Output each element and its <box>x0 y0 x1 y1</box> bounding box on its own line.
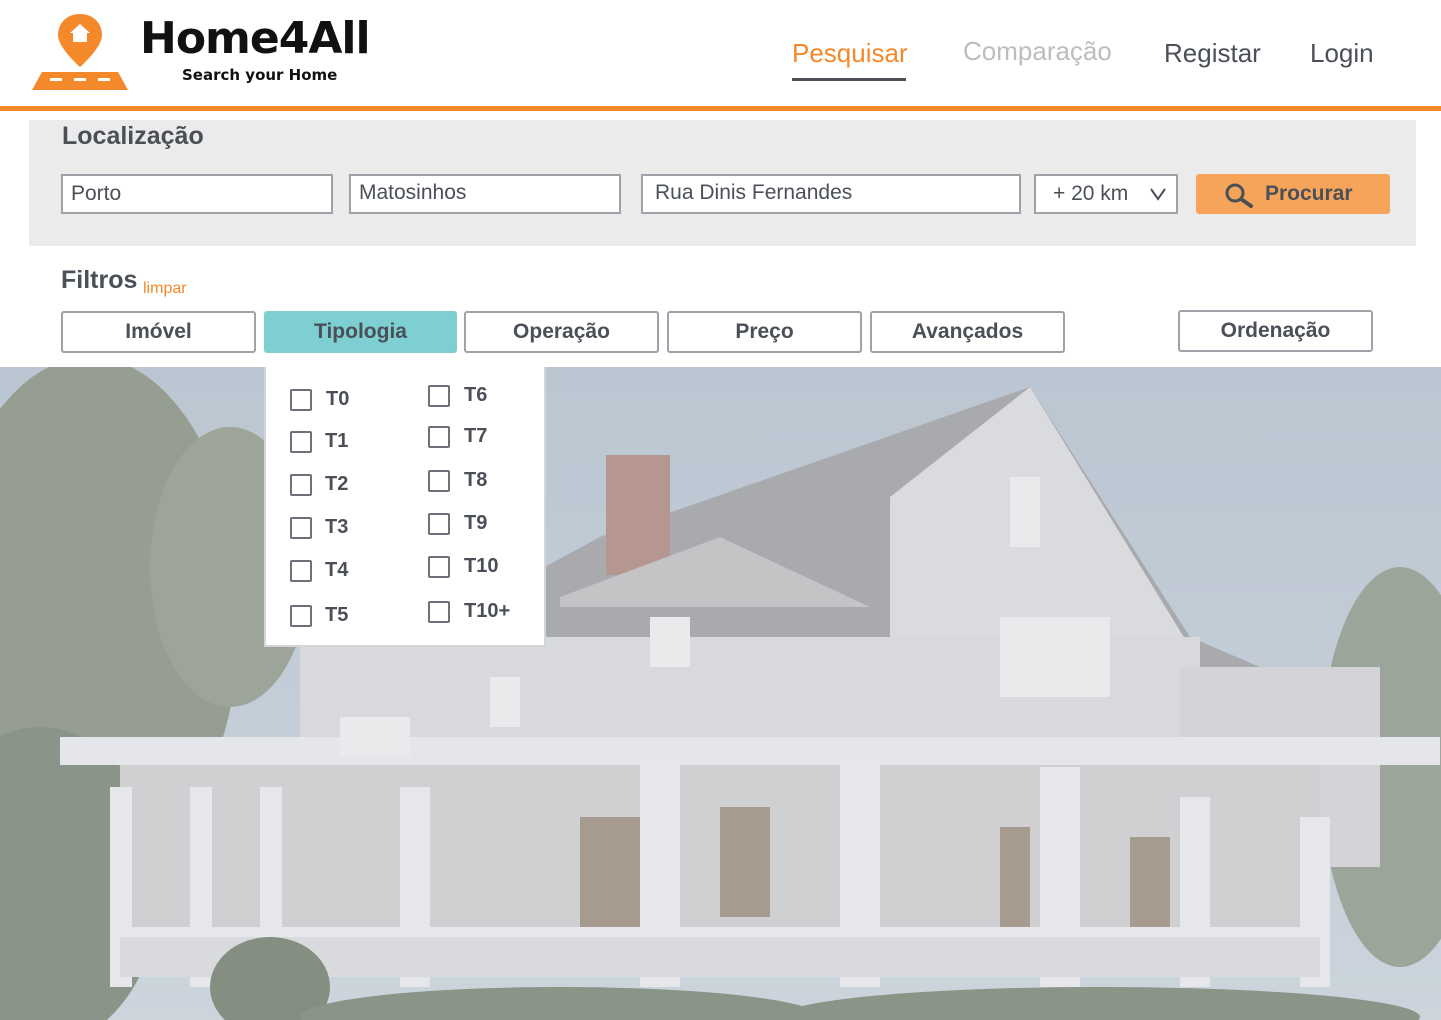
image-overlay <box>0 367 1441 1020</box>
checkbox[interactable] <box>428 513 450 535</box>
tab-imovel[interactable]: Imóvel <box>61 311 256 353</box>
tipologia-dropdown: T0 T1 T2 T3 T4 T5 T6 T7 T8 T9 T10 T10+ <box>264 367 546 647</box>
checkbox[interactable] <box>290 605 312 627</box>
brand-name: Home4All <box>140 13 371 64</box>
checkbox[interactable] <box>290 517 312 539</box>
nav-comparacao[interactable]: Comparação <box>963 34 1112 68</box>
checkbox[interactable] <box>290 431 312 453</box>
logo-pin-icon <box>32 14 128 90</box>
checkbox[interactable] <box>428 601 450 623</box>
search-icon <box>1225 183 1253 208</box>
option-label: T2 <box>325 473 349 495</box>
tab-avancados[interactable]: Avançados <box>870 311 1065 353</box>
sort-button[interactable]: Ordenação <box>1178 310 1373 352</box>
nav-active-underline <box>792 78 906 81</box>
checkbox[interactable] <box>428 470 450 492</box>
option-label: T8 <box>464 469 488 491</box>
checkbox[interactable] <box>428 385 450 407</box>
header-divider <box>0 106 1441 111</box>
checkbox[interactable] <box>290 389 312 411</box>
search-button-label: Procurar <box>1265 182 1353 205</box>
option-label: T10+ <box>464 600 511 622</box>
clear-filters-link[interactable]: limpar <box>143 280 187 298</box>
tab-preco[interactable]: Preço <box>667 311 862 353</box>
option-label: T1 <box>325 430 349 452</box>
checkbox[interactable] <box>428 426 450 448</box>
nav-registar[interactable]: Registar <box>1164 36 1261 70</box>
option-label: T0 <box>326 388 350 410</box>
filters-title: Filtros <box>61 266 138 294</box>
option-label: T7 <box>464 425 488 447</box>
street-field[interactable]: Rua Dinis Fernandes <box>641 174 1021 214</box>
location-title: Localização <box>62 122 204 150</box>
option-label: T9 <box>464 512 488 534</box>
radius-select[interactable]: + 20 km <box>1034 174 1178 214</box>
radius-value: + 20 km <box>1053 182 1129 205</box>
nav-pesquisar[interactable]: Pesquisar <box>792 36 908 70</box>
option-label: T10 <box>464 555 499 577</box>
option-label: T3 <box>325 516 349 538</box>
checkbox[interactable] <box>290 560 312 582</box>
option-label: T5 <box>325 604 349 626</box>
chevron-down-icon <box>1150 188 1166 201</box>
brand-tagline: Search your Home <box>182 66 338 84</box>
district-field[interactable]: Porto <box>61 174 333 214</box>
tab-operacao[interactable]: Operação <box>464 311 659 353</box>
checkbox[interactable] <box>428 556 450 578</box>
option-label: T4 <box>325 559 349 581</box>
site-header: Home4All Search your Home Pesquisar Comp… <box>0 0 1441 108</box>
nav-login[interactable]: Login <box>1310 36 1374 70</box>
tab-tipologia[interactable]: Tipologia <box>264 311 457 353</box>
municipality-field[interactable]: Matosinhos <box>349 174 621 214</box>
hero-house-image <box>0 367 1441 1020</box>
checkbox[interactable] <box>290 474 312 496</box>
search-button[interactable]: Procurar <box>1196 174 1390 214</box>
option-label: T6 <box>464 384 488 406</box>
